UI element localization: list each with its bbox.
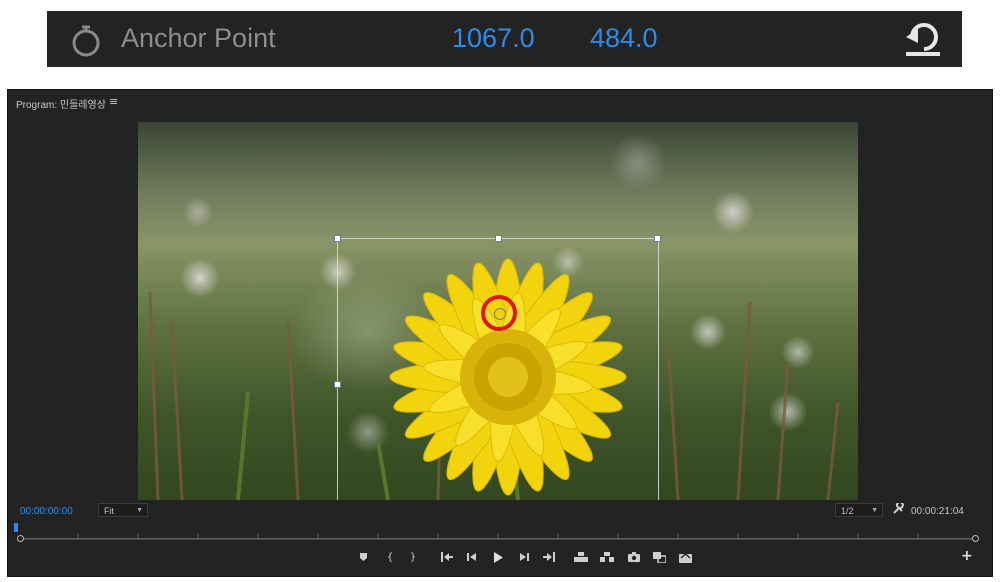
comparison-view-icon[interactable] bbox=[652, 550, 666, 564]
transform-bounding-box[interactable] bbox=[334, 235, 661, 500]
anchor-point-x-value[interactable]: 1067.0 bbox=[452, 23, 535, 54]
bbox-handle-top-left[interactable] bbox=[334, 235, 341, 242]
playback-resolution-value: 1/2 bbox=[841, 506, 854, 516]
add-marker-icon[interactable] bbox=[356, 550, 370, 564]
anchor-point-label: Anchor Point bbox=[121, 23, 276, 53]
zoom-level-value: Fit bbox=[104, 506, 114, 516]
zoom-scroll-bar[interactable] bbox=[22, 539, 978, 540]
panel-title[interactable]: Program: 민들레영상 bbox=[16, 96, 106, 111]
bbox-handle-top-center[interactable] bbox=[495, 235, 502, 242]
duration-timecode: 00:00:21:04 bbox=[911, 506, 964, 517]
bbox-handle-top-right[interactable] bbox=[654, 235, 661, 242]
program-monitor-panel: Program: 민들레영상 ≡ 00:00:00:00 Fit ▼ 1/2 ▼… bbox=[7, 89, 993, 577]
mark-in-icon[interactable]: { bbox=[383, 550, 397, 564]
mark-out-icon[interactable]: } bbox=[406, 550, 420, 564]
anchor-point-marker[interactable] bbox=[481, 295, 517, 331]
program-video-frame[interactable] bbox=[138, 122, 858, 500]
vr-video-icon[interactable] bbox=[678, 550, 692, 564]
lift-icon[interactable] bbox=[574, 550, 588, 564]
anchor-point-y-value[interactable]: 484.0 bbox=[590, 23, 658, 54]
reset-icon[interactable] bbox=[904, 23, 944, 59]
zoom-bar-start-handle[interactable] bbox=[17, 535, 24, 542]
step-back-icon[interactable] bbox=[465, 550, 479, 564]
extract-icon[interactable] bbox=[600, 550, 614, 564]
playback-resolution-select[interactable]: 1/2 ▼ bbox=[835, 503, 883, 517]
step-forward-icon[interactable] bbox=[517, 550, 531, 564]
chevron-down-icon: ▼ bbox=[136, 507, 143, 514]
zoom-bar-end-handle[interactable] bbox=[972, 535, 979, 542]
panel-menu-icon[interactable]: ≡ bbox=[109, 95, 118, 108]
export-frame-icon[interactable] bbox=[627, 550, 641, 564]
play-icon[interactable] bbox=[491, 550, 505, 564]
button-editor-add-button[interactable]: + bbox=[961, 548, 973, 564]
go-to-in-icon[interactable] bbox=[440, 550, 454, 564]
anchor-point-property-row: Anchor Point 1067.0 484.0 bbox=[47, 11, 962, 67]
playhead[interactable] bbox=[14, 523, 18, 532]
time-ruler[interactable] bbox=[18, 527, 978, 539]
chevron-down-icon: ▼ bbox=[871, 507, 878, 514]
wrench-icon[interactable] bbox=[892, 503, 904, 515]
bbox-handle-middle-left[interactable] bbox=[334, 381, 341, 388]
stopwatch-icon[interactable] bbox=[69, 24, 103, 58]
current-timecode[interactable]: 00:00:00:00 bbox=[20, 506, 73, 517]
go-to-out-icon[interactable] bbox=[542, 550, 556, 564]
zoom-level-select[interactable]: Fit ▼ bbox=[98, 503, 148, 517]
